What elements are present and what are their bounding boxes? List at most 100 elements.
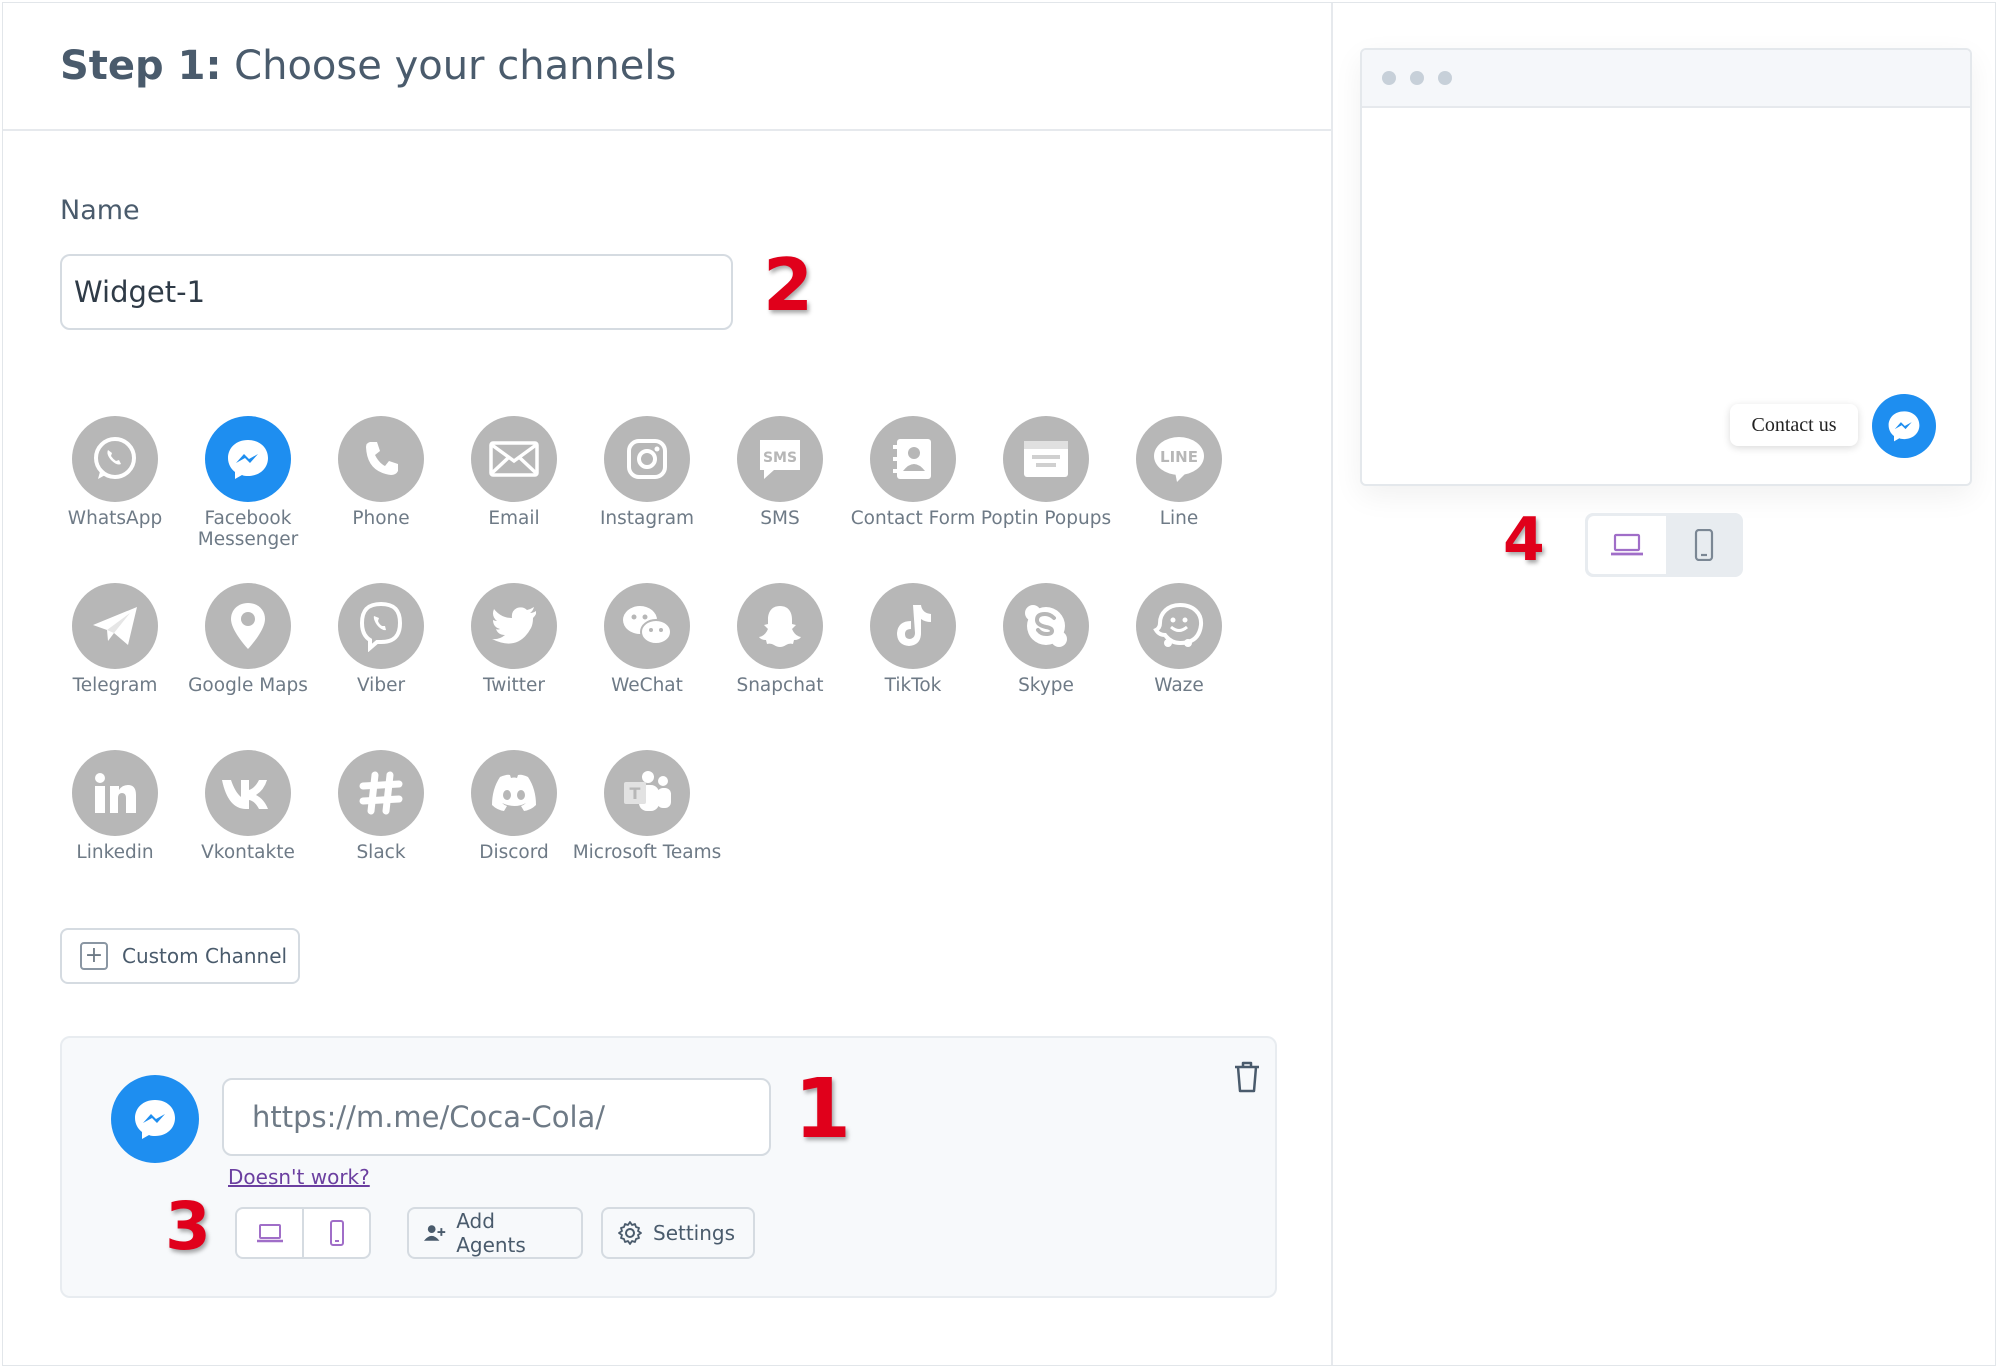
channel-linkedin[interactable]: Linkedin [40,750,190,863]
mobile-toggle[interactable] [302,1209,369,1257]
annotation-marker-1: 1 [794,1062,852,1157]
window-dot [1410,71,1424,85]
channel-label: Twitter [482,675,545,696]
mobile-icon [1695,529,1714,561]
channel-label: Poptin Popups [980,508,1112,529]
channel-label: Instagram [599,508,695,529]
custom-channel-button[interactable]: + Custom Channel [60,928,300,984]
channel-label: Waze [1154,675,1204,696]
window-dot [1438,71,1452,85]
discord-icon [471,750,557,836]
channel-snapchat[interactable]: Snapchat [705,583,855,696]
channel-phone[interactable]: Phone [306,416,456,529]
phone-icon [338,416,424,502]
channel-telegram[interactable]: Telegram [40,583,190,696]
messenger-icon [111,1075,199,1163]
preview-desktop-toggle[interactable] [1588,516,1666,574]
channel-label: Phone [352,508,410,529]
laptop-icon [256,1224,283,1243]
annotation-marker-4: 4 [1503,505,1545,575]
channel-wechat[interactable]: WeChat [572,583,722,696]
messenger-preview-button[interactable] [1872,394,1936,458]
settings-label: Settings [653,1221,736,1245]
tiktok-icon [870,583,956,669]
channel-config-card: https://m.me/Coca-Cola/ 1 Doesn't work? … [60,1036,1277,1298]
channel-setup-panel: Step 1: Choose your channels Name Widget… [3,3,1333,1365]
step-title: Choose your channels [234,43,677,89]
channel-label: Snapchat [736,675,824,696]
device-toggle [235,1207,371,1259]
desktop-toggle[interactable] [237,1209,302,1257]
doesnt-work-link[interactable]: Doesn't work? [228,1165,370,1189]
viber-icon [338,583,424,669]
channel-microsoft-teams[interactable]: T Microsoft Teams [572,750,722,863]
channel-label: TikTok [884,675,942,696]
telegram-icon [72,583,158,669]
channel-instagram[interactable]: Instagram [572,416,722,529]
channel-slack[interactable]: Slack [306,750,456,863]
channel-label: Facebook Messenger [197,508,299,550]
line-icon: LINE [1136,416,1222,502]
waze-icon [1136,583,1222,669]
channel-contact-form[interactable]: Contact Form [838,416,988,529]
channel-poptin-popups[interactable]: Poptin Popups [971,416,1121,529]
contact-form-icon [870,416,956,502]
add-agents-label: Add Agents [456,1209,526,1257]
map-pin-icon [205,583,291,669]
channel-whatsapp[interactable]: WhatsApp [40,416,190,529]
add-agents-button[interactable]: Add Agents [407,1207,583,1259]
channel-tiktok[interactable]: TikTok [838,583,988,696]
channel-line[interactable]: LINE Line [1104,416,1254,529]
channel-url-input[interactable]: https://m.me/Coca-Cola/ [222,1078,771,1156]
messenger-icon [205,416,291,502]
settings-button[interactable]: Settings [601,1207,755,1259]
poptin-icon [1003,416,1089,502]
linkedin-icon [72,750,158,836]
skype-icon [1003,583,1089,669]
widget-name-input[interactable]: Widget-1 [60,254,733,330]
wechat-icon [604,583,690,669]
annotation-marker-3: 3 [165,1188,211,1265]
whatsapp-icon [72,416,158,502]
window-dot [1382,71,1396,85]
snapchat-icon [737,583,823,669]
browser-title-bar [1362,50,1970,108]
channel-sms[interactable]: SMS SMS [705,416,855,529]
annotation-marker-2: 2 [763,243,814,327]
channel-facebook-messenger[interactable]: Facebook Messenger [173,416,323,550]
preview-mobile-toggle[interactable] [1666,513,1744,577]
add-user-icon [423,1225,446,1241]
channel-label: Telegram [72,675,158,696]
svg-text:SMS: SMS [763,450,797,466]
preview-device-toggle [1585,513,1743,577]
channel-waze[interactable]: Waze [1104,583,1254,696]
channel-label: Discord [479,842,549,863]
channel-label: Line [1159,508,1199,529]
plus-icon: + [80,942,108,970]
slack-icon [338,750,424,836]
channel-skype[interactable]: Skype [971,583,1121,696]
channel-twitter[interactable]: Twitter [439,583,589,696]
vk-icon [205,750,291,836]
page-title: Step 1: Choose your channels [60,43,676,89]
teams-icon: T [604,750,690,836]
channel-discord[interactable]: Discord [439,750,589,863]
email-icon [471,416,557,502]
channel-label: Viber [356,675,406,696]
channel-label: Google Maps [188,675,308,696]
trash-icon[interactable] [1232,1060,1262,1094]
channel-google-maps[interactable]: Google Maps [173,583,323,696]
step-header: Step 1: Choose your channels [3,3,1333,131]
twitter-icon [471,583,557,669]
channel-viber[interactable]: Viber [306,583,456,696]
channel-label: WhatsApp [67,508,163,529]
sms-icon: SMS [737,416,823,502]
svg-text:T: T [630,784,641,803]
step-number: Step 1: [60,43,222,89]
channel-label: Microsoft Teams [572,842,722,863]
channel-label: Skype [1018,675,1074,696]
widget-preview-window: Contact us [1360,48,1972,486]
channel-email[interactable]: Email [439,416,589,529]
channel-vkontakte[interactable]: Vkontakte [173,750,323,863]
channel-label: SMS [760,508,800,529]
